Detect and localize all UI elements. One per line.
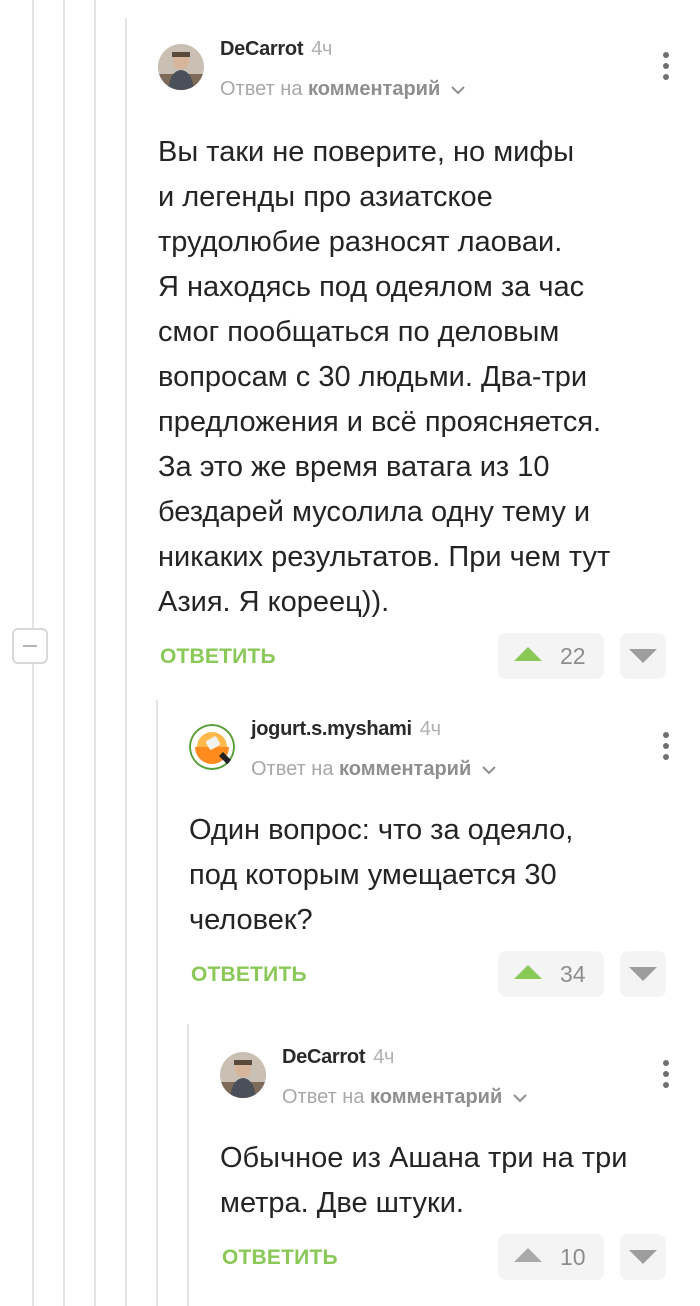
reply-to[interactable]: Ответ на комментарий	[282, 1086, 528, 1109]
author-name[interactable]: jogurt.s.myshami 4ч	[251, 718, 441, 741]
avatar[interactable]	[189, 724, 235, 770]
downvote-button[interactable]	[620, 951, 666, 997]
thread-line	[156, 700, 158, 1306]
reply-button[interactable]: ОТВЕТИТЬ	[160, 645, 276, 669]
author-link[interactable]: jogurt.s.myshami	[251, 718, 412, 740]
more-vertical-icon[interactable]	[662, 52, 670, 82]
reply-to-link[interactable]: комментарий	[308, 78, 440, 100]
comment-text: Вы таки не поверите, но мифы и легенды п…	[158, 136, 611, 618]
comment-actions: ОТВЕТИТЬ 22	[158, 633, 700, 679]
upvote-icon	[514, 647, 542, 661]
comment-actions: ОТВЕТИТЬ 34	[189, 951, 700, 997]
comment-header: DeCarrot 4ч Ответ на комментарий	[158, 38, 700, 102]
thread-line	[63, 0, 65, 1306]
upvote-icon	[514, 1248, 542, 1262]
reply-prefix: Ответ на	[220, 78, 303, 100]
comment-time: 4ч	[311, 38, 333, 60]
collapse-icon	[23, 645, 37, 647]
avatar[interactable]	[220, 1052, 266, 1098]
author-name[interactable]: DeCarrot 4ч	[220, 38, 332, 61]
comment-time: 4ч	[419, 718, 441, 740]
reply-to-link[interactable]: комментарий	[370, 1086, 502, 1108]
chevron-down-icon[interactable]	[512, 1093, 528, 1103]
comment-header: jogurt.s.myshami 4ч Ответ на комментарий	[189, 718, 700, 782]
comment: DeCarrot 4ч Ответ на комментарий Обычное …	[220, 1046, 700, 1280]
vote-count: 10	[560, 1244, 586, 1270]
author-link[interactable]: DeCarrot	[220, 38, 303, 60]
author-link[interactable]: DeCarrot	[282, 1046, 365, 1068]
comment: DeCarrot 4ч Ответ на комментарий Вы таки …	[158, 38, 700, 679]
thread-line	[125, 18, 127, 1306]
avatar[interactable]	[158, 44, 204, 90]
reply-to-link[interactable]: комментарий	[339, 758, 471, 780]
vote-count: 34	[560, 961, 586, 987]
reply-prefix: Ответ на	[282, 1086, 365, 1108]
downvote-icon	[629, 967, 657, 981]
vote-count: 22	[560, 643, 586, 669]
upvote-icon	[514, 965, 542, 979]
comment-text: Один вопрос: что за одеяло, под которым …	[189, 814, 574, 936]
reply-prefix: Ответ на	[251, 758, 334, 780]
downvote-icon	[629, 1250, 657, 1264]
comment-time: 4ч	[373, 1046, 395, 1068]
downvote-icon	[629, 649, 657, 663]
thread-line	[187, 1024, 189, 1306]
reply-to[interactable]: Ответ на комментарий	[220, 78, 466, 101]
chevron-down-icon[interactable]	[481, 765, 497, 775]
upvote-button[interactable]: 34	[498, 951, 604, 997]
downvote-button[interactable]	[620, 1234, 666, 1280]
comment-thread: DeCarrot 4ч Ответ на комментарий Вы таки …	[0, 0, 700, 1306]
chevron-down-icon[interactable]	[450, 85, 466, 95]
comment-header: DeCarrot 4ч Ответ на комментарий	[220, 1046, 700, 1110]
collapse-thread-button[interactable]	[12, 628, 48, 664]
reply-to[interactable]: Ответ на комментарий	[251, 758, 497, 781]
author-name[interactable]: DeCarrot 4ч	[282, 1046, 394, 1069]
more-vertical-icon[interactable]	[662, 1060, 670, 1090]
downvote-button[interactable]	[620, 633, 666, 679]
reply-button[interactable]: ОТВЕТИТЬ	[222, 1246, 338, 1270]
thread-line	[94, 0, 96, 1306]
comment-text: Обычное из Ашана три на три метра. Две ш…	[220, 1142, 628, 1219]
upvote-button[interactable]: 22	[498, 633, 604, 679]
reply-button[interactable]: ОТВЕТИТЬ	[191, 963, 307, 987]
upvote-button[interactable]: 10	[498, 1234, 604, 1280]
more-vertical-icon[interactable]	[662, 732, 670, 762]
comment: jogurt.s.myshami 4ч Ответ на комментарий …	[189, 718, 700, 997]
comment-actions: ОТВЕТИТЬ 10	[220, 1234, 700, 1280]
